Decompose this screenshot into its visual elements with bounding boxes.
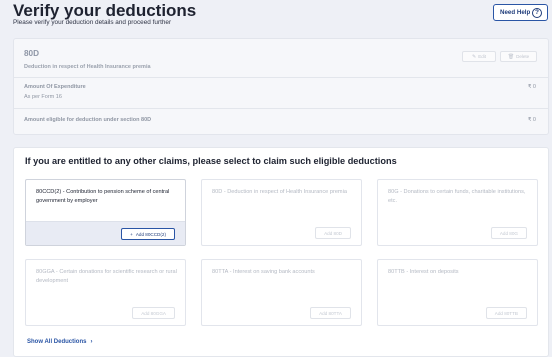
add-button-label: Add 80D xyxy=(324,230,342,236)
help-question-icon: ? xyxy=(532,8,542,18)
tile-footer: Add 80D xyxy=(202,221,361,245)
add-80g-button[interactable]: Add 80G xyxy=(490,227,527,239)
expenditure-label: Amount Of Expenditure xyxy=(24,84,86,90)
add-button-label: Add 80TTB xyxy=(494,310,518,316)
tile-footer: Add 80TTA xyxy=(202,301,361,325)
chevron-right-icon: › xyxy=(90,339,93,345)
need-help-button[interactable]: Need Help ? xyxy=(493,4,548,21)
add-button-label: Add 80GGA xyxy=(141,310,166,316)
tile-text: 80D - Deduction in respect of Health Ins… xyxy=(212,189,347,195)
tile-text: 80G - Donations to certain funds, charit… xyxy=(388,189,526,204)
add-80ttb-button[interactable]: Add 80TTB xyxy=(485,307,527,319)
deduction-description: Deduction in respect of Health Insurance… xyxy=(24,64,151,70)
pencil-icon: ✎ xyxy=(472,53,477,60)
tile-footer: Add 80G xyxy=(378,221,537,245)
show-all-label: Show All Deductions xyxy=(27,339,87,345)
edit-label: Edit xyxy=(478,54,486,59)
plus-icon: + xyxy=(130,231,133,237)
expenditure-value: ₹ 0 xyxy=(527,84,536,90)
tile-footer: Add 80TTB xyxy=(378,301,537,325)
add-80ccd2-button[interactable]: + Add 80CCD(2) xyxy=(121,228,175,240)
divider xyxy=(14,77,548,78)
add-80tta-button[interactable]: Add 80TTA xyxy=(310,307,351,319)
add-80gga-button[interactable]: Add 80GGA xyxy=(132,307,175,319)
page-subtitle: Please verify your deduction details and… xyxy=(13,19,172,26)
deduction-tile-80g[interactable]: 80G - Donations to certain funds, charit… xyxy=(377,179,538,246)
tile-text: 80TTA - Interest on saving bank accounts xyxy=(212,269,315,275)
deduction-tile-80ccd2[interactable]: 80CCD(2) - Contribution to pension schem… xyxy=(25,179,186,246)
eligible-label: Amount eligible for deduction under sect… xyxy=(24,117,152,123)
tile-text: 80CCD(2) - Contribution to pension schem… xyxy=(36,189,170,204)
tile-footer: + Add 80CCD(2) xyxy=(26,221,185,245)
deduction-tile-80d[interactable]: 80D - Deduction in respect of Health Ins… xyxy=(201,179,362,246)
deduction-tile-80gga[interactable]: 80GGA - Certain donations for scientific… xyxy=(25,259,186,326)
tile-footer: Add 80GGA xyxy=(26,301,185,325)
divider xyxy=(14,108,548,109)
add-button-label: Add 80CCD(2) xyxy=(135,231,166,237)
other-claims-section: If you are entitled to any other claims,… xyxy=(13,147,549,357)
trash-icon: 🗑 xyxy=(507,53,515,60)
add-button-label: Add 80TTA xyxy=(319,310,342,316)
tile-text: 80GGA - Certain donations for scientific… xyxy=(36,269,177,284)
expenditure-source: As per Form 16 xyxy=(24,94,62,100)
tile-text: 80TTB - Interest on deposits xyxy=(388,269,459,275)
page-title: Verify your deductions xyxy=(13,1,197,20)
edit-button[interactable]: ✎ Edit xyxy=(462,51,496,62)
deduction-code: 80D xyxy=(24,49,40,58)
show-all-deductions-link[interactable]: Show All Deductions › xyxy=(27,339,92,345)
add-80d-button[interactable]: Add 80D xyxy=(315,227,351,239)
delete-label: Delete xyxy=(516,54,530,59)
delete-button[interactable]: 🗑 Delete xyxy=(500,51,537,62)
claims-title: If you are entitled to any other claims,… xyxy=(25,156,397,166)
add-button-label: Add 80G xyxy=(499,230,518,236)
deduction-tile-80tta[interactable]: 80TTA - Interest on saving bank accounts… xyxy=(201,259,362,326)
eligible-value: ₹ 0 xyxy=(527,117,536,123)
deduction-tile-80ttb[interactable]: 80TTB - Interest on deposits Add 80TTB xyxy=(377,259,538,326)
deduction-card-80d: 80D Deduction in respect of Health Insur… xyxy=(13,38,549,135)
need-help-label: Need Help xyxy=(500,9,531,16)
